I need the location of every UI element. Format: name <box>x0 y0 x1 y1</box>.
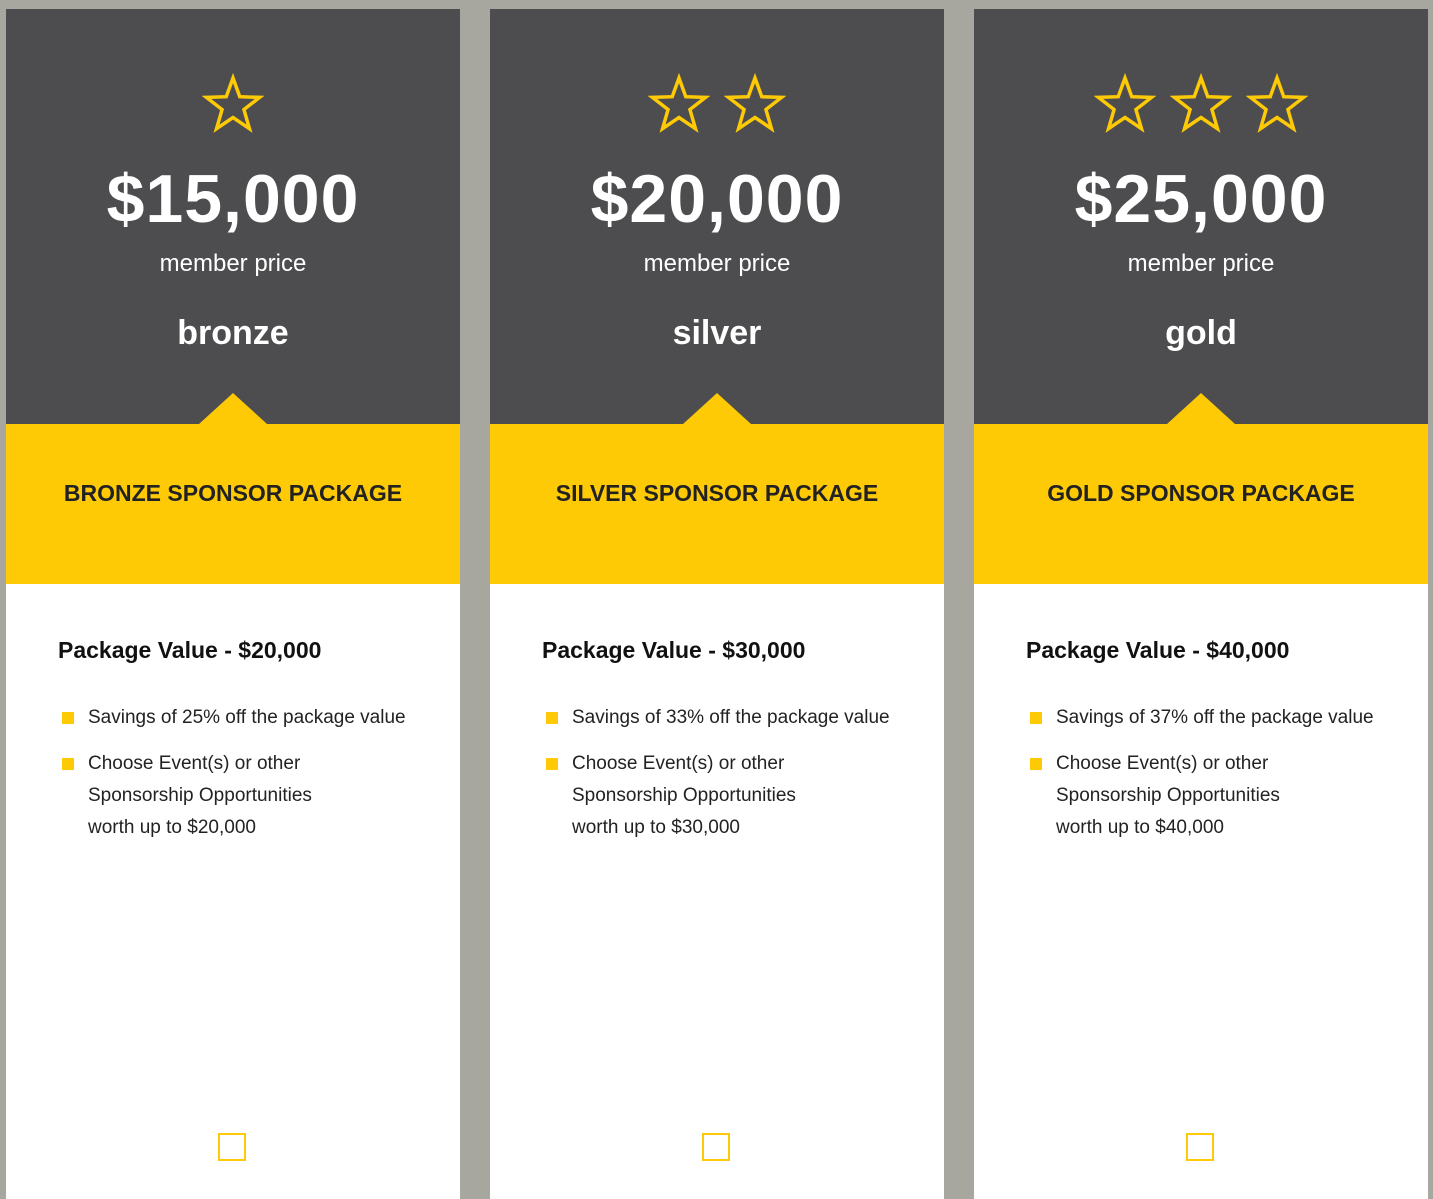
price-note: member price <box>159 250 307 277</box>
tier-name: bronze <box>177 314 289 352</box>
card-header: $15,000 member price bronze <box>6 9 460 424</box>
bullet-text: Savings of 37% off the package value <box>1056 707 1374 728</box>
package-title: GOLD SPONSOR PACKAGE <box>1047 480 1355 506</box>
price-note: member price <box>1127 250 1275 277</box>
select-silver-checkbox[interactable] <box>702 1133 730 1161</box>
sponsor-card-silver: $20,000 member price silver SILVER SPONS… <box>490 9 944 1199</box>
bullet-text: Savings of 33% off the package value <box>572 707 890 728</box>
square-bullet-icon <box>1030 712 1042 724</box>
bullet-savings: Savings of 37% off the package value <box>1026 702 1406 734</box>
band-notch <box>199 393 267 424</box>
bullet-text-line: Sponsorship Opportunities <box>1056 785 1280 806</box>
bullet-choose: Choose Event(s) or other Sponsorship Opp… <box>58 748 438 844</box>
card-header: $20,000 member price silver <box>490 9 944 424</box>
package-value-heading: Package Value - $20,000 <box>58 637 322 663</box>
band-notch <box>1167 393 1235 424</box>
bullet-text-line: worth up to $20,000 <box>88 817 256 838</box>
star-outline-icon <box>648 73 710 133</box>
price-note: member price <box>643 250 791 277</box>
band-notch <box>683 393 751 424</box>
package-value-heading: Package Value - $30,000 <box>542 637 806 663</box>
star-outline-icon <box>1094 73 1156 133</box>
star-outline-icon <box>1170 73 1232 133</box>
square-bullet-icon <box>546 712 558 724</box>
price: $25,000 <box>1074 161 1328 237</box>
square-bullet-icon <box>62 758 74 770</box>
star-outline-icon <box>202 73 264 133</box>
bullet-text-line: worth up to $30,000 <box>572 817 740 838</box>
star-rating <box>974 73 1428 135</box>
star-rating <box>490 73 944 135</box>
bullet-text-line: worth up to $40,000 <box>1056 817 1224 838</box>
card-body: Package Value - $20,000 Savings of 25% o… <box>58 634 438 858</box>
tier-name: silver <box>672 314 762 352</box>
bullet-savings: Savings of 33% off the package value <box>542 702 922 734</box>
square-bullet-icon <box>1030 758 1042 770</box>
price: $20,000 <box>590 161 844 237</box>
select-gold-checkbox[interactable] <box>1186 1133 1214 1161</box>
sponsor-card-bronze: $15,000 member price bronze BRONZE SPONS… <box>6 9 460 1199</box>
package-title: BRONZE SPONSOR PACKAGE <box>63 480 403 506</box>
bullet-text: Savings of 25% off the package value <box>88 707 406 728</box>
bullet-savings: Savings of 25% off the package value <box>58 702 438 734</box>
package-title: SILVER SPONSOR PACKAGE <box>555 480 879 506</box>
sponsor-card-gold: $25,000 member price gold GOLD SPONSOR P… <box>974 9 1428 1199</box>
bullet-text-line: Choose Event(s) or other <box>1056 753 1269 774</box>
bullet-text-line: Sponsorship Opportunities <box>88 785 312 806</box>
card-body: Package Value - $30,000 Savings of 33% o… <box>542 634 922 858</box>
star-outline-icon <box>724 73 786 133</box>
tier-name: gold <box>1165 314 1237 352</box>
card-header: $25,000 member price gold <box>974 9 1428 424</box>
bullet-choose: Choose Event(s) or other Sponsorship Opp… <box>1026 748 1406 844</box>
card-body: Package Value - $40,000 Savings of 37% o… <box>1026 634 1406 858</box>
bullet-text-line: Choose Event(s) or other <box>572 753 785 774</box>
star-outline-icon <box>1246 73 1308 133</box>
square-bullet-icon <box>62 712 74 724</box>
select-bronze-checkbox[interactable] <box>218 1133 246 1161</box>
price: $15,000 <box>106 161 360 237</box>
star-rating <box>6 73 460 135</box>
bullet-text-line: Sponsorship Opportunities <box>572 785 796 806</box>
bullet-text-line: Choose Event(s) or other <box>88 753 301 774</box>
square-bullet-icon <box>546 758 558 770</box>
package-value-heading: Package Value - $40,000 <box>1026 637 1290 663</box>
bullet-choose: Choose Event(s) or other Sponsorship Opp… <box>542 748 922 844</box>
